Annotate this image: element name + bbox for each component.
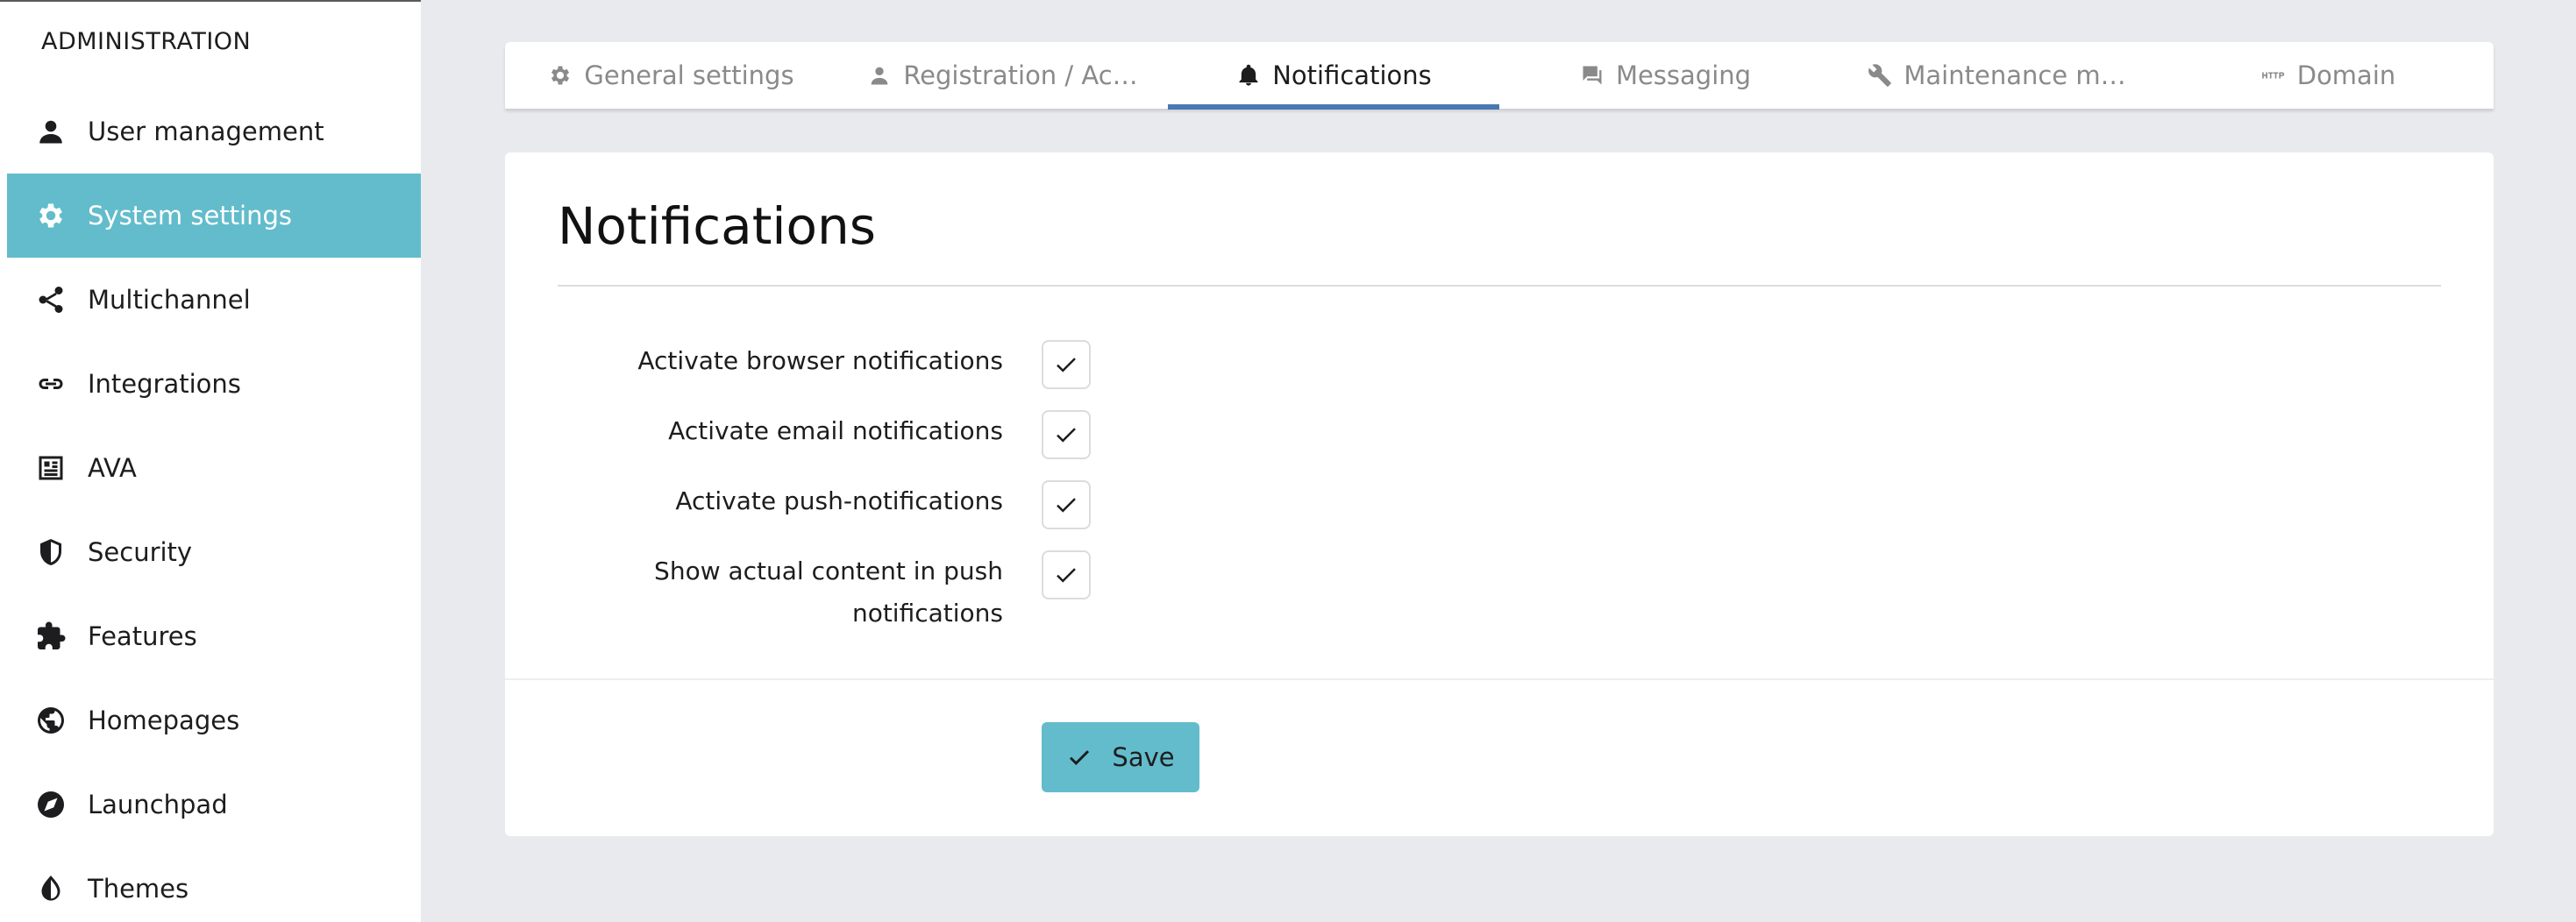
gear-icon: [33, 198, 68, 233]
check-icon: [1070, 750, 1090, 765]
chat-icon: [1579, 62, 1605, 89]
gear-icon: [547, 62, 573, 89]
shield-icon: [33, 535, 68, 570]
check-icon: [1057, 428, 1076, 443]
save-button[interactable]: Save: [1042, 722, 1199, 792]
share-icon: [33, 282, 68, 317]
sidebar-item-features[interactable]: Features: [7, 594, 421, 678]
check-icon: [1057, 498, 1076, 513]
sidebar-item-label: Homepages: [88, 706, 240, 735]
ava-icon: [33, 450, 68, 486]
tab-label: Messaging: [1615, 60, 1752, 90]
sidebar-item-label: System settings: [88, 201, 293, 230]
settings-tabbar: General settings Registration / Ac… Noti…: [505, 42, 2494, 110]
tab-label: Registration / Ac…: [903, 60, 1138, 90]
sidebar-item-ava[interactable]: AVA: [7, 426, 421, 510]
setting-label: Show actual content in push notification…: [654, 557, 1003, 628]
person-icon: [866, 62, 893, 89]
sidebar: ADMINISTRATION User management System se…: [0, 0, 421, 922]
sidebar-item-multichannel[interactable]: Multichannel: [7, 258, 421, 342]
sidebar-item-system-settings[interactable]: System settings: [7, 174, 421, 258]
compass-icon: [33, 787, 68, 822]
email-notifications-checkbox[interactable]: [1042, 410, 1091, 459]
push-notifications-checkbox[interactable]: [1042, 480, 1091, 529]
sidebar-item-security[interactable]: Security: [7, 510, 421, 594]
globe-icon: [33, 703, 68, 738]
tab-label: Maintenance m…: [1904, 60, 2126, 90]
sidebar-item-label: AVA: [88, 453, 137, 483]
tab-domain[interactable]: Domain: [2162, 42, 2494, 109]
sidebar-item-label: Features: [88, 621, 197, 651]
tab-general-settings[interactable]: General settings: [505, 42, 836, 109]
setting-label: Activate email notifications: [668, 416, 1003, 445]
check-icon: [1057, 568, 1076, 583]
save-button-label: Save: [1112, 742, 1175, 772]
setting-label: Activate browser notifications: [637, 346, 1003, 375]
sidebar-item-label: Multichannel: [88, 285, 251, 315]
setting-label: Activate push-notifications: [675, 486, 1003, 515]
wrench-icon: [1867, 62, 1893, 89]
browser-notifications-checkbox[interactable]: [1042, 340, 1091, 389]
sidebar-item-label: Integrations: [88, 369, 241, 399]
tab-notifications[interactable]: Notifications: [1168, 42, 1499, 110]
tab-label: Notifications: [1272, 60, 1432, 90]
bell-icon: [1235, 62, 1262, 89]
footer-divider: [505, 678, 2494, 680]
sidebar-item-launchpad[interactable]: Launchpad: [7, 762, 421, 847]
page-title: Notifications: [558, 196, 877, 256]
contrast-icon: [33, 871, 68, 906]
push-content-checkbox[interactable]: [1042, 550, 1091, 599]
sidebar-item-themes[interactable]: Themes: [7, 847, 421, 922]
sidebar-item-homepages[interactable]: Homepages: [7, 678, 421, 762]
notifications-card: Notifications Activate browser notificat…: [505, 152, 2494, 836]
check-icon: [1057, 358, 1076, 372]
user-icon: [33, 114, 68, 149]
sidebar-item-label: Security: [88, 537, 193, 567]
http-icon: [2260, 62, 2287, 89]
tab-messaging[interactable]: Messaging: [1499, 42, 1831, 109]
tab-maintenance[interactable]: Maintenance m…: [1831, 42, 2162, 109]
sidebar-item-user-management[interactable]: User management: [7, 89, 421, 174]
sidebar-nav: User management System settings Multicha…: [7, 89, 421, 922]
tab-registration[interactable]: Registration / Ac…: [836, 42, 1168, 109]
link-icon: [33, 366, 68, 401]
title-divider: [558, 285, 2441, 287]
sidebar-item-label: User management: [88, 117, 324, 146]
app-root: ADMINISTRATION User management System se…: [0, 0, 2576, 922]
sidebar-item-integrations[interactable]: Integrations: [7, 342, 421, 426]
sidebar-item-label: Launchpad: [88, 790, 228, 819]
sidebar-item-label: Themes: [88, 874, 189, 904]
tab-label: General settings: [584, 60, 794, 90]
puzzle-icon: [33, 619, 68, 654]
sidebar-heading: ADMINISTRATION: [41, 28, 252, 55]
tab-label: Domain: [2296, 60, 2396, 90]
